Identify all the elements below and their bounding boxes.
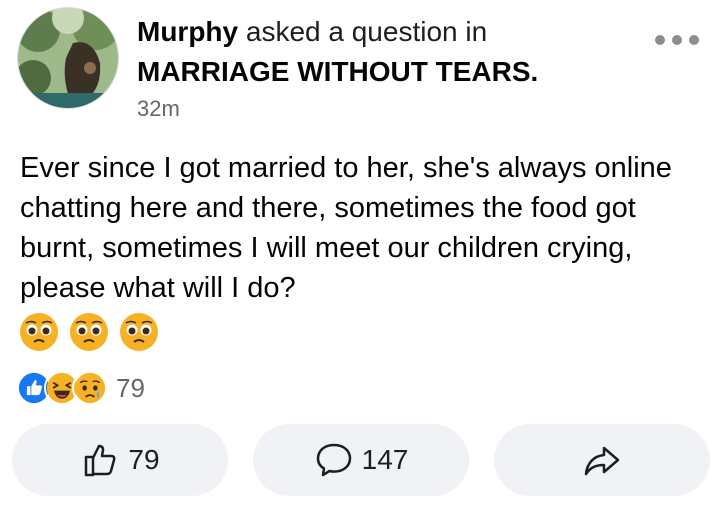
author-name[interactable]: Murphy <box>137 16 238 47</box>
post-header-line-2: MARRIAGE WITHOUT TEARS. <box>137 55 538 89</box>
author-avatar[interactable] <box>17 7 119 109</box>
post-actions-bar: 79 147 <box>12 424 710 496</box>
reactions-summary[interactable]: 79 <box>16 370 145 406</box>
sad-icon <box>72 370 108 406</box>
pleading-face-emoji <box>120 313 158 351</box>
comment-count: 147 <box>361 444 409 475</box>
dot-icon <box>672 35 682 45</box>
pleading-face-emoji <box>70 313 108 351</box>
group-name[interactable]: MARRIAGE WITHOUT TEARS. <box>137 56 538 87</box>
more-options-button[interactable] <box>655 33 699 47</box>
like-button[interactable]: 79 <box>12 424 228 496</box>
dot-icon <box>655 35 665 45</box>
thumbs-up-icon <box>85 444 116 477</box>
share-button[interactable] <box>494 424 710 496</box>
post-body-text: Ever since I got married to her, she's a… <box>20 152 672 304</box>
post-header-line-1: Murphy asked a question in <box>137 15 487 49</box>
avatar-image <box>18 8 118 108</box>
dot-icon <box>689 35 699 45</box>
share-icon <box>584 446 620 476</box>
pleading-face-emoji <box>20 313 58 351</box>
reaction-count: 79 <box>116 372 145 403</box>
comment-icon <box>316 443 351 477</box>
asked-question-text: asked a question in <box>245 16 488 47</box>
comment-button[interactable]: 147 <box>253 424 469 496</box>
like-count: 79 <box>128 444 160 475</box>
post-timestamp[interactable]: 32m <box>137 96 180 122</box>
post-emoji-row <box>18 311 160 353</box>
